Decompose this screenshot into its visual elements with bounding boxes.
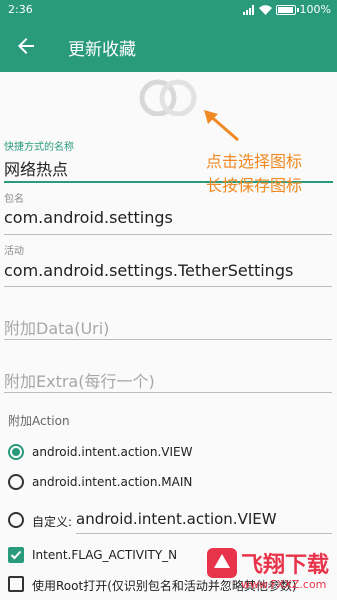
custom-label[interactable]: 自定义: <box>32 513 72 530</box>
radio-action-view[interactable] <box>8 444 24 460</box>
status-bar: 2:36 100% <box>0 0 337 20</box>
activity-label: 活动 <box>4 246 24 257</box>
flag-label[interactable]: Intent.FLAG_ACTIVITY_N <box>32 548 177 562</box>
status-icons: 100% <box>242 3 331 16</box>
action-main-label[interactable]: android.intent.action.MAIN <box>32 475 192 489</box>
wifi-icon <box>258 4 272 15</box>
page-title: 更新收藏 <box>68 40 136 60</box>
package-underline <box>4 234 332 235</box>
package-label: 包名 <box>4 194 24 205</box>
form-content: 快捷方式的名称 网络热点 点击选择图标 长按保存图标 包名 com.androi… <box>0 72 337 600</box>
root-checkbox[interactable] <box>8 576 24 592</box>
data-uri-underline <box>4 339 332 340</box>
annotation-line-2: 长按保存图标 <box>206 176 303 195</box>
flag-checkbox[interactable] <box>8 547 24 563</box>
activity-input[interactable]: com.android.settings.TetherSettings <box>4 261 334 280</box>
extra-underline <box>4 392 332 393</box>
name-label: 快捷方式的名称 <box>4 142 74 153</box>
annotation-line-1: 点击选择图标 <box>206 152 303 171</box>
toolbar: 更新收藏 <box>0 20 337 72</box>
extra-input[interactable]: 附加Extra(每行一个) <box>4 368 334 392</box>
activity-underline <box>4 286 332 287</box>
signal-icon <box>242 4 254 15</box>
check-icon <box>10 550 22 560</box>
watermark-logo: 飞翔下载 www.FXXZ.com <box>207 548 329 591</box>
annotation-arrow-icon <box>204 110 239 142</box>
custom-action-underline <box>76 533 332 534</box>
radio-action-custom[interactable] <box>8 512 24 528</box>
battery-icon <box>275 4 299 15</box>
action-view-label[interactable]: android.intent.action.VIEW <box>32 445 192 459</box>
action-label: 附加Action <box>8 414 70 428</box>
back-arrow-icon[interactable] <box>14 34 38 58</box>
status-time: 2:36 <box>8 3 33 16</box>
watermark-url: www.FXXZ.com <box>241 578 326 591</box>
package-input[interactable]: com.android.settings <box>4 208 334 227</box>
data-uri-input[interactable]: 附加Data(Uri) <box>4 315 334 339</box>
radio-action-main[interactable] <box>8 474 24 490</box>
shortcut-icon-picker[interactable] <box>128 76 208 116</box>
watermark-text: 飞翔下载 <box>241 552 329 578</box>
custom-action-input[interactable]: android.intent.action.VIEW <box>76 510 326 528</box>
battery-percentage: 100% <box>299 3 331 16</box>
